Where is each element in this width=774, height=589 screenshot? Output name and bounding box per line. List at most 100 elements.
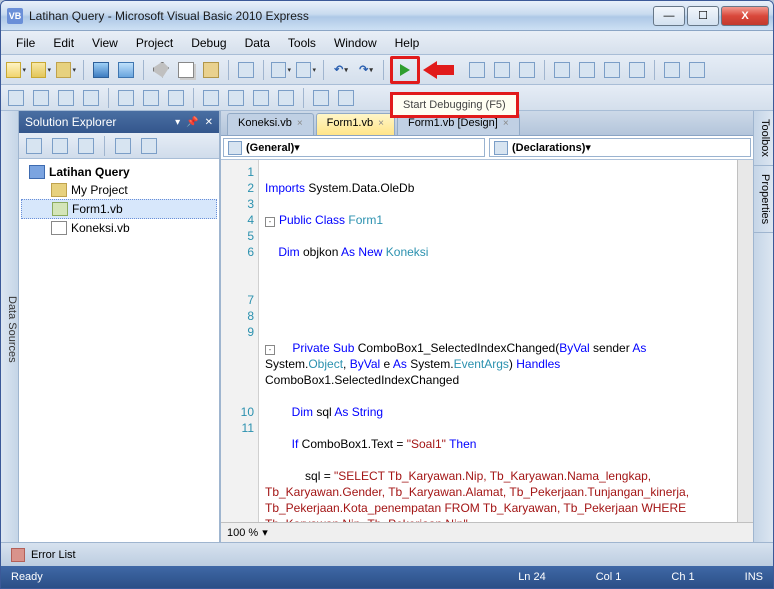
menu-data[interactable]: Data — [236, 33, 279, 53]
tree-item-label: Form1.vb — [72, 202, 123, 216]
close-button[interactable]: X — [721, 6, 769, 26]
menu-project[interactable]: Project — [127, 33, 182, 53]
tb-misc-2[interactable] — [576, 59, 598, 81]
sec-btn-12[interactable] — [310, 87, 332, 109]
tree-item-label: My Project — [71, 183, 128, 197]
tb-misc-4[interactable] — [626, 59, 648, 81]
form-icon — [52, 202, 68, 216]
panel-close-icon[interactable]: ✕ — [205, 117, 213, 128]
tree-item-koneksi[interactable]: Koneksi.vb — [21, 219, 217, 237]
sec-btn-2[interactable] — [30, 87, 52, 109]
step-into-button[interactable] — [466, 59, 488, 81]
menu-view[interactable]: View — [83, 33, 127, 53]
tree-root[interactable]: Latihan Query — [21, 163, 217, 181]
maximize-button[interactable]: ☐ — [687, 6, 719, 26]
tb-misc-6[interactable] — [686, 59, 708, 81]
tab-close-icon[interactable]: × — [297, 118, 303, 129]
uncomment-button[interactable] — [295, 59, 317, 81]
start-debugging-button[interactable] — [390, 56, 420, 84]
minimize-button[interactable]: — — [653, 6, 685, 26]
menu-debug[interactable]: Debug — [182, 33, 235, 53]
sec-btn-7[interactable] — [165, 87, 187, 109]
sec-btn-4[interactable] — [80, 87, 102, 109]
panel-pin-icon[interactable]: 📌 — [186, 117, 198, 128]
code-file-icon — [51, 221, 67, 235]
status-char: Ch 1 — [671, 571, 694, 583]
status-ready: Ready — [11, 571, 43, 583]
sec-btn-13[interactable] — [335, 87, 357, 109]
paste-button[interactable] — [200, 59, 222, 81]
sec-btn-11[interactable] — [275, 87, 297, 109]
tree-item-form1[interactable]: Form1.vb — [21, 199, 217, 219]
tab-close-icon[interactable]: × — [378, 118, 384, 129]
find-button[interactable] — [235, 59, 257, 81]
se-properties-button[interactable] — [23, 135, 45, 157]
save-all-button[interactable] — [115, 59, 137, 81]
sec-btn-10[interactable] — [250, 87, 272, 109]
menu-edit[interactable]: Edit — [44, 33, 83, 53]
chevron-down-icon[interactable]: ▾ — [262, 526, 268, 539]
fold-icon[interactable]: - — [265, 217, 275, 227]
annotation-arrow — [423, 59, 463, 81]
nav-class-combo[interactable]: (General)▾ — [223, 138, 485, 157]
save-button[interactable] — [90, 59, 112, 81]
vertical-scrollbar[interactable] — [737, 160, 753, 522]
window-title: Latihan Query - Microsoft Visual Basic 2… — [29, 9, 653, 23]
tb-misc-1[interactable] — [551, 59, 573, 81]
sec-btn-9[interactable] — [225, 87, 247, 109]
sec-btn-8[interactable] — [200, 87, 222, 109]
titlebar[interactable]: VB Latihan Query - Microsoft Visual Basi… — [1, 1, 773, 31]
solution-explorer-toolbar — [19, 133, 219, 159]
se-refresh-button[interactable] — [75, 135, 97, 157]
panel-dropdown-icon[interactable]: ▾ — [175, 117, 180, 128]
tab-close-icon[interactable]: × — [503, 118, 509, 129]
tab-form1[interactable]: Form1.vb× — [316, 113, 395, 135]
se-viewdesigner-button[interactable] — [138, 135, 160, 157]
solution-tree: Latihan Query My Project Form1.vb Koneks… — [19, 159, 219, 542]
se-showall-button[interactable] — [49, 135, 71, 157]
class-icon — [228, 141, 242, 155]
code-editor[interactable]: 1 2 3 4 5 6 7 8 9 10 11 Imports System.D… — [221, 160, 753, 522]
open-project-button[interactable] — [30, 59, 52, 81]
solution-explorer: Solution Explorer ▾ 📌 ✕ Latihan Query — [19, 111, 221, 542]
nav-member-combo[interactable]: (Declarations)▾ — [489, 138, 751, 157]
line-number-gutter: 1 2 3 4 5 6 7 8 9 10 11 — [221, 160, 259, 522]
comment-button[interactable] — [270, 59, 292, 81]
new-project-button[interactable] — [5, 59, 27, 81]
cut-button[interactable] — [150, 59, 172, 81]
menu-help[interactable]: Help — [386, 33, 429, 53]
step-out-button[interactable] — [516, 59, 538, 81]
menu-window[interactable]: Window — [325, 33, 386, 53]
app-icon: VB — [7, 8, 23, 24]
tree-root-label: Latihan Query — [49, 165, 130, 179]
error-list-tab[interactable]: Error List — [31, 549, 76, 561]
se-viewcode-button[interactable] — [112, 135, 134, 157]
tb-misc-5[interactable] — [661, 59, 683, 81]
copy-button[interactable] — [175, 59, 197, 81]
properties-tab[interactable]: Properties — [754, 166, 773, 233]
sec-btn-3[interactable] — [55, 87, 77, 109]
undo-button[interactable]: ↶ — [330, 59, 352, 81]
sec-btn-5[interactable] — [115, 87, 137, 109]
toolbox-tab[interactable]: Toolbox — [754, 111, 773, 166]
step-over-button[interactable] — [491, 59, 513, 81]
zoom-value[interactable]: 100 % — [227, 527, 258, 539]
status-bar: Ready Ln 24 Col 1 Ch 1 INS — [1, 566, 773, 588]
menu-file[interactable]: File — [7, 33, 44, 53]
data-sources-tab[interactable]: Data Sources — [1, 111, 19, 542]
body: Data Sources Solution Explorer ▾ 📌 ✕ — [1, 111, 773, 542]
code-text[interactable]: Imports System.Data.OleDb -Public Class … — [259, 160, 737, 522]
member-icon — [494, 141, 508, 155]
status-ins: INS — [745, 571, 763, 583]
fold-icon[interactable]: - — [265, 345, 275, 355]
tb-misc-3[interactable] — [601, 59, 623, 81]
menu-tools[interactable]: Tools — [279, 33, 325, 53]
tab-koneksi[interactable]: Koneksi.vb× — [227, 113, 314, 135]
redo-button[interactable]: ↷ — [355, 59, 377, 81]
add-item-button[interactable] — [55, 59, 77, 81]
solution-explorer-title[interactable]: Solution Explorer ▾ 📌 ✕ — [19, 111, 219, 133]
sec-btn-1[interactable] — [5, 87, 27, 109]
sec-btn-6[interactable] — [140, 87, 162, 109]
tree-item-myproject[interactable]: My Project — [21, 181, 217, 199]
menubar: File Edit View Project Debug Data Tools … — [1, 31, 773, 55]
